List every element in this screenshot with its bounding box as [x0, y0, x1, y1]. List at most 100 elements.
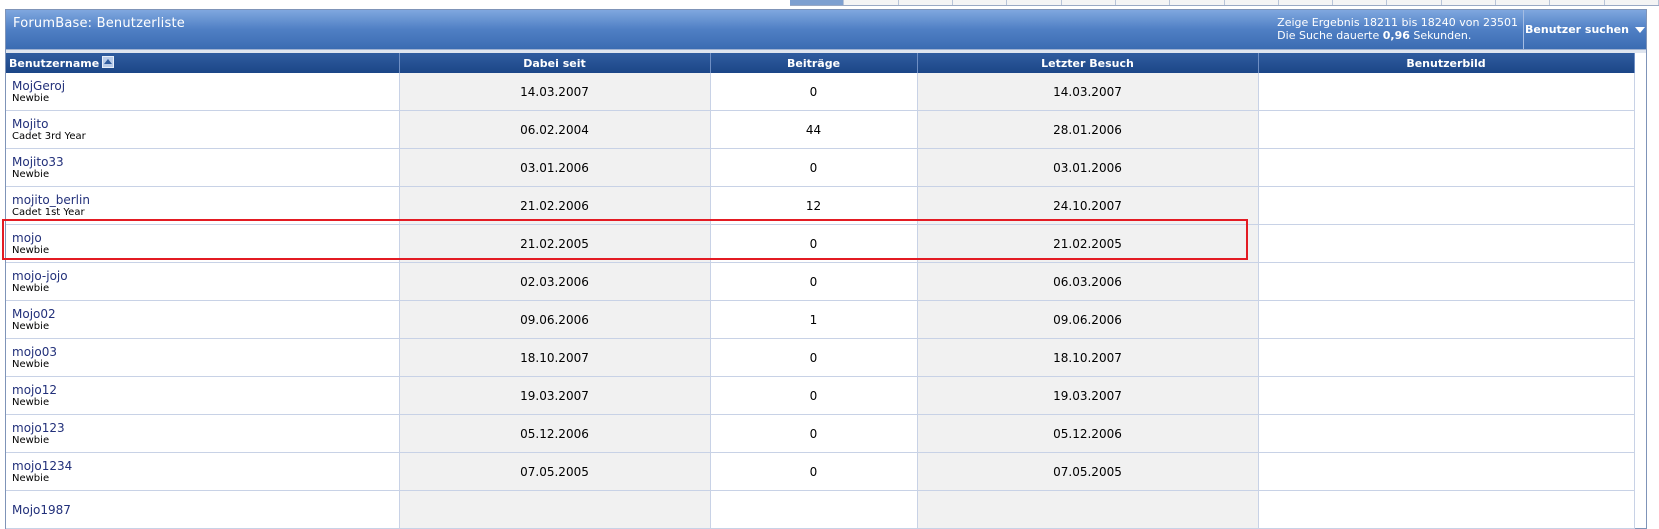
- table-row: mojo1234 Newbie 07.05.2005 0 07.05.2005: [6, 452, 1635, 491]
- username-cell: mojo1234 Newbie: [6, 452, 400, 491]
- username-link[interactable]: MojGeroj: [12, 79, 399, 93]
- avatar-cell: [1258, 376, 1635, 415]
- username-cell: Mojito33 Newbie: [6, 148, 400, 187]
- username-link[interactable]: mojo123: [12, 421, 399, 435]
- post-count: 0: [710, 73, 918, 111]
- page-link[interactable]: [1116, 0, 1171, 5]
- user-rank: Cadet 3rd Year: [12, 130, 86, 142]
- page-link[interactable]: [1387, 0, 1442, 5]
- post-count: 0: [710, 148, 918, 187]
- avatar-cell: [1258, 148, 1635, 187]
- member-rows: MojGeroj Newbie 14.03.2007 0 14.03.2007 Mojit…: [6, 73, 1635, 529]
- table-row: mojo12 Newbie 19.03.2007 0 19.03.2007: [6, 376, 1635, 415]
- avatar-cell: [1258, 224, 1635, 263]
- username-link[interactable]: Mojito33: [12, 155, 399, 169]
- username-cell: Mojo02 Newbie: [6, 300, 400, 339]
- user-rank: Newbie: [12, 168, 50, 180]
- page-link[interactable]: [1333, 0, 1388, 5]
- column-header-username[interactable]: Benutzername: [6, 53, 400, 73]
- username-cell: mojo-jojo Newbie: [6, 262, 400, 301]
- joined-date: 19.03.2007: [399, 376, 711, 415]
- highlight-box: [2, 219, 1248, 260]
- user-rank: Cadet 1st Year: [12, 206, 85, 218]
- joined-date: 06.02.2004: [399, 110, 711, 149]
- last-visit-date: 14.03.2007: [917, 73, 1259, 111]
- table-row: Mojo1987: [6, 490, 1635, 529]
- page-link[interactable]: [1007, 0, 1062, 5]
- table-row: Mojito33 Newbie 03.01.2006 0 03.01.2006: [6, 148, 1635, 187]
- table-row: Mojo02 Newbie 09.06.2006 1 09.06.2006: [6, 300, 1635, 339]
- avatar-cell: [1258, 262, 1635, 301]
- username-cell: MojGeroj Newbie: [6, 73, 400, 111]
- column-header-joined[interactable]: Dabei seit: [399, 53, 711, 73]
- post-count: 0: [710, 338, 918, 377]
- joined-date: 07.05.2005: [399, 452, 711, 491]
- table-row: mojo-jojo Newbie 02.03.2006 0 06.03.2006: [6, 262, 1635, 301]
- last-visit-date: 18.10.2007: [917, 338, 1259, 377]
- avatar-cell: [1258, 414, 1635, 453]
- post-count: 0: [710, 262, 918, 301]
- page-link[interactable]: [1442, 0, 1497, 5]
- last-visit-date: 19.03.2007: [917, 376, 1259, 415]
- page-link[interactable]: [899, 0, 953, 5]
- user-rank: Newbie: [12, 358, 50, 370]
- username-link[interactable]: mojo03: [12, 345, 399, 359]
- page-link[interactable]: [1170, 0, 1225, 5]
- user-rank: Newbie: [12, 92, 50, 104]
- column-header-last-visit[interactable]: Letzter Besuch: [917, 53, 1259, 73]
- column-header-avatar: Benutzerbild: [1258, 53, 1635, 73]
- joined-date: [399, 490, 711, 529]
- joined-date: 14.03.2007: [399, 73, 711, 111]
- post-count: 1: [710, 300, 918, 339]
- joined-date: 03.01.2006: [399, 148, 711, 187]
- avatar-cell: [1258, 490, 1635, 529]
- chevron-down-icon: [1634, 26, 1645, 33]
- page-link[interactable]: [844, 0, 899, 5]
- username-cell: mojo12 Newbie: [6, 376, 400, 415]
- avatar-cell: [1258, 452, 1635, 491]
- page-link[interactable]: [1605, 0, 1659, 5]
- last-visit-date: 09.06.2006: [917, 300, 1259, 339]
- username-link[interactable]: mojo12: [12, 383, 399, 397]
- member-table: Benutzername Dabei seit Beiträge Letzter…: [6, 53, 1635, 529]
- avatar-cell: [1258, 73, 1635, 111]
- post-count: 0: [710, 452, 918, 491]
- avatar-cell: [1258, 300, 1635, 339]
- page-link[interactable]: [790, 0, 845, 5]
- post-count: 44: [710, 110, 918, 149]
- page-link[interactable]: [1062, 0, 1116, 5]
- page-link[interactable]: [1279, 0, 1334, 5]
- page-link[interactable]: [1550, 0, 1605, 5]
- page-link[interactable]: [953, 0, 1008, 5]
- member-list-panel: ForumBase: Benutzerliste Zeige Ergebnis …: [5, 9, 1647, 529]
- pagination-strip[interactable]: [790, 0, 1659, 6]
- username-cell: Mojito Cadet 3rd Year: [6, 110, 400, 149]
- post-count: 0: [710, 414, 918, 453]
- username-link[interactable]: mojo1234: [12, 459, 399, 473]
- page-link[interactable]: [1496, 0, 1551, 5]
- table-row: Mojito Cadet 3rd Year 06.02.2004 44 28.01.20…: [6, 110, 1635, 149]
- sort-ascending-icon[interactable]: [102, 56, 115, 68]
- username-link[interactable]: Mojito: [12, 117, 399, 131]
- username-link[interactable]: Mojo1987: [12, 503, 399, 517]
- last-visit-date: [917, 490, 1259, 529]
- column-header-posts[interactable]: Beiträge: [710, 53, 918, 73]
- search-users-button[interactable]: Benutzer suchen: [1523, 10, 1646, 49]
- username-cell: mojo123 Newbie: [6, 414, 400, 453]
- username-link[interactable]: mojito_berlin: [12, 193, 399, 207]
- last-visit-date: 07.05.2005: [917, 452, 1259, 491]
- user-rank: Newbie: [12, 282, 50, 294]
- user-rank: Newbie: [12, 396, 50, 408]
- search-duration: Die Suche dauerte 0,96 Sekunden.: [1277, 29, 1472, 42]
- page-link[interactable]: [1225, 0, 1279, 5]
- page-title: ForumBase: Benutzerliste: [13, 16, 185, 31]
- username-link[interactable]: mojo-jojo: [12, 269, 399, 283]
- table-row: mojo03 Newbie 18.10.2007 0 18.10.2007: [6, 338, 1635, 377]
- user-rank: Newbie: [12, 434, 50, 446]
- post-count: [710, 490, 918, 529]
- joined-date: 02.03.2006: [399, 262, 711, 301]
- username-link[interactable]: Mojo02: [12, 307, 399, 321]
- last-visit-date: 28.01.2006: [917, 110, 1259, 149]
- joined-date: 09.06.2006: [399, 300, 711, 339]
- search-time: 0,96: [1382, 29, 1410, 42]
